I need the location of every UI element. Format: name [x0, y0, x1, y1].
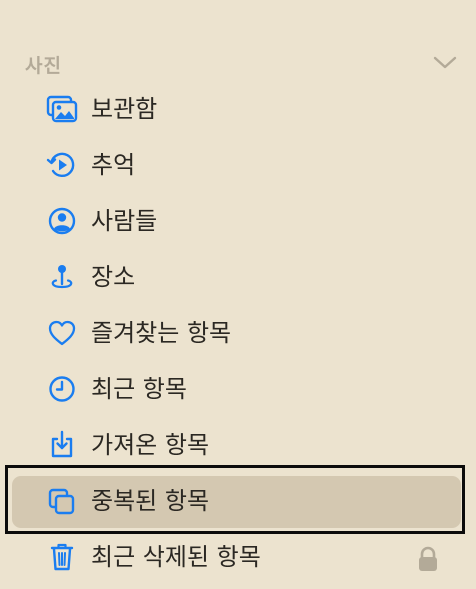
photos-sidebar: 사진 보관함 추억 사람들 장소 즐겨찾는 항목 최근 항목 가져온 항목 중복… — [0, 0, 476, 589]
sidebar-item-label: 중복된 항목 — [91, 487, 210, 515]
sidebar-item-label: 추억 — [91, 151, 136, 179]
sidebar-item-library[interactable]: 보관함 — [0, 81, 476, 137]
trash-icon — [46, 542, 78, 572]
people-icon — [46, 206, 78, 236]
selection-highlight — [12, 476, 461, 528]
heart-icon — [46, 318, 78, 348]
sidebar-item-recently-deleted[interactable]: 최근 삭제된 항목 — [0, 529, 476, 585]
duplicate-icon — [46, 486, 78, 516]
sidebar-item-duplicates[interactable]: 중복된 항목 — [0, 473, 476, 529]
sidebar-item-label: 장소 — [91, 263, 136, 291]
sidebar-item-people[interactable]: 사람들 — [0, 193, 476, 249]
sidebar-item-imports[interactable]: 가져온 항목 — [0, 417, 476, 473]
map-pin-icon — [46, 262, 78, 292]
memories-icon — [46, 150, 78, 180]
sidebar-item-label: 사람들 — [91, 207, 158, 235]
photo-library-icon — [46, 94, 78, 124]
sidebar-item-memories[interactable]: 추억 — [0, 137, 476, 193]
sidebar-item-recents[interactable]: 최근 항목 — [0, 361, 476, 417]
sidebar-item-places[interactable]: 장소 — [0, 249, 476, 305]
section-title: 사진 — [25, 55, 62, 77]
sidebar-item-favorites[interactable]: 즐겨찾는 항목 — [0, 305, 476, 361]
import-icon — [46, 430, 78, 460]
section-header-photos[interactable]: 사진 — [0, 42, 476, 82]
sidebar-item-label: 최근 삭제된 항목 — [91, 543, 261, 571]
sidebar-item-label: 가져온 항목 — [91, 431, 210, 459]
clock-icon — [46, 374, 78, 404]
lock-icon — [415, 545, 441, 573]
sidebar-item-label: 즐겨찾는 항목 — [91, 319, 232, 347]
sidebar-item-label: 최근 항목 — [91, 375, 187, 403]
chevron-down-icon[interactable] — [432, 52, 458, 72]
sidebar-item-label: 보관함 — [91, 95, 158, 123]
